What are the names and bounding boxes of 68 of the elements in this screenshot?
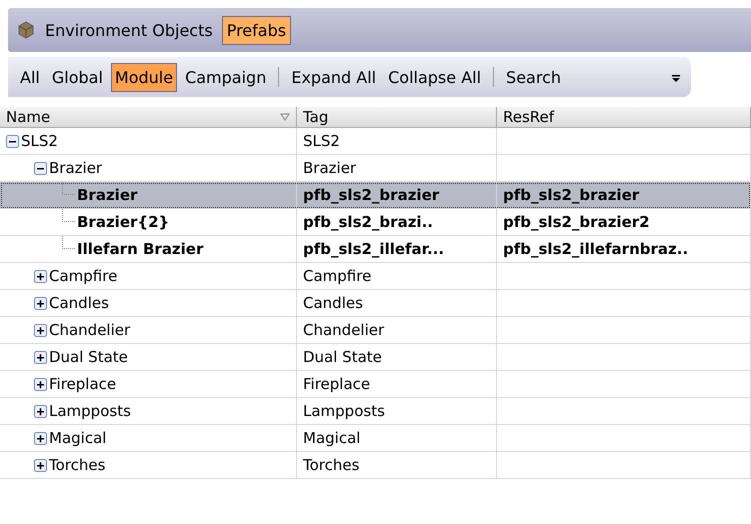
tag-cell: Fireplace [303, 375, 370, 393]
tab[interactable]: Environment Objects [40, 16, 218, 44]
tag-cell: pfb_sls2_brazier [303, 186, 440, 204]
tree-branch-icon [62, 236, 75, 249]
tree-branch-icon [62, 182, 75, 195]
column-header[interactable]: Tag [297, 107, 497, 127]
name-cell: Fireplace [49, 375, 116, 393]
tree-row[interactable]: Torches Torches [0, 452, 751, 479]
tree-row[interactable]: SLS2 SLS2 [0, 128, 751, 155]
tree-row[interactable]: Dual State Dual State [0, 344, 751, 371]
tag-cell: Brazier [303, 159, 356, 177]
filter-button[interactable]: Collapse All [384, 62, 486, 92]
tag-cell: pfb_sls2_illefar... [303, 240, 444, 258]
name-cell: Magical [49, 429, 106, 447]
tab[interactable]: Prefabs [222, 16, 292, 44]
filter-button[interactable]: Expand All [287, 62, 380, 92]
column-header[interactable]: ResRef [497, 107, 751, 127]
tag-cell: Dual State [303, 348, 382, 366]
tree-row[interactable]: Lampposts Lampposts [0, 398, 751, 425]
filter-button[interactable]: All [16, 62, 44, 92]
name-cell: Campfire [49, 267, 118, 285]
tag-cell: Chandelier [303, 321, 384, 339]
tag-cell: Lampposts [303, 402, 385, 420]
expand-icon[interactable] [34, 378, 47, 390]
name-cell: Brazier [49, 159, 102, 177]
resref-cell: pfb_sls2_brazier [503, 186, 640, 204]
name-cell: Candles [49, 294, 109, 312]
tree-row[interactable]: Chandelier Chandelier [0, 317, 751, 344]
tree-row[interactable]: Brazier{2} pfb_sls2_brazi.. pfb_sls2_brazier2 [0, 209, 751, 236]
resref-cell: pfb_sls2_brazier2 [503, 213, 650, 231]
tag-cell: Campfire [303, 267, 372, 285]
tag-cell: pfb_sls2_brazi.. [303, 213, 433, 231]
crate-icon [16, 20, 36, 40]
resref-cell: pfb_sls2_illefarnbraz.. [503, 240, 688, 258]
tree-row[interactable]: Fireplace Fireplace [0, 371, 751, 398]
expand-icon[interactable] [34, 404, 47, 418]
tag-cell: Torches [303, 456, 360, 474]
collapse-icon[interactable] [6, 134, 19, 148]
filter-button[interactable]: Global [48, 62, 107, 92]
sort-icon [280, 113, 290, 121]
tree-row[interactable]: Magical Magical [0, 425, 751, 452]
name-cell: Brazier{2} [77, 213, 170, 231]
expand-icon[interactable] [34, 270, 47, 282]
tag-cell: Candles [303, 294, 363, 312]
name-cell: Chandelier [49, 321, 130, 339]
tree-branch-icon [62, 209, 75, 222]
expand-icon[interactable] [34, 296, 47, 310]
expand-icon[interactable] [34, 432, 47, 444]
filter-button[interactable]: Module [110, 62, 178, 92]
name-cell: Lampposts [49, 402, 131, 420]
name-cell: Torches [49, 456, 106, 474]
tag-cell: SLS2 [303, 132, 340, 150]
filter-button[interactable]: Search [502, 62, 565, 92]
tree-row[interactable]: Brazier pfb_sls2_brazier pfb_sls2_brazier [0, 182, 751, 209]
expand-icon[interactable] [34, 458, 47, 472]
name-cell: Illefarn Brazier [77, 240, 204, 258]
collapse-icon[interactable] [34, 162, 47, 174]
name-cell: SLS2 [21, 132, 58, 150]
tree-row[interactable]: Illefarn Brazier pfb_sls2_illefar... pfb_sls2_illefarnbraz.. [0, 236, 751, 263]
tree-row[interactable]: Candles Candles [0, 290, 751, 317]
name-cell: Dual State [49, 348, 128, 366]
name-cell: Brazier [77, 186, 138, 204]
column-header[interactable]: Name [0, 107, 297, 127]
filter-button[interactable]: Campaign [181, 62, 270, 92]
expand-icon[interactable] [34, 350, 47, 364]
tag-cell: Magical [303, 429, 360, 447]
tree-row[interactable]: Campfire Campfire [0, 263, 751, 290]
expand-icon[interactable] [34, 324, 47, 336]
